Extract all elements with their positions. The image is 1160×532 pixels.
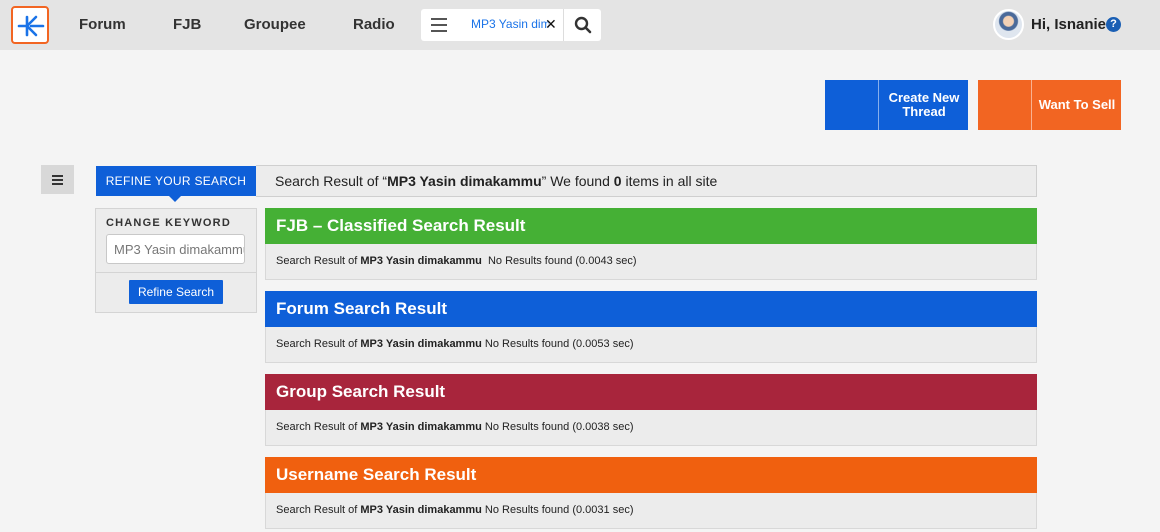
summary-middle: ” We found xyxy=(541,173,614,189)
result-prefix: Search Result of xyxy=(276,421,361,433)
group-result-section: Group Search Result Search Result of MP3… xyxy=(265,374,1037,446)
help-icon[interactable]: ? xyxy=(1106,17,1121,32)
result-prefix: Search Result of xyxy=(276,255,361,267)
hamburger-icon[interactable] xyxy=(431,18,447,32)
result-body: Search Result of MP3 Yasin dimakammu No … xyxy=(265,327,1037,363)
result-status: No Results found (0.0043 sec) xyxy=(481,255,637,267)
nav-fjb-link[interactable]: FJB xyxy=(173,16,201,33)
kaskus-logo-icon[interactable] xyxy=(11,6,49,44)
result-keyword: MP3 Yasin dimakammu xyxy=(360,338,482,350)
result-title[interactable]: FJB – Classified Search Result xyxy=(265,208,1037,244)
result-prefix: Search Result of xyxy=(276,504,361,516)
result-keyword: MP3 Yasin dimakammu xyxy=(360,255,482,267)
fjb-result-section: FJB – Classified Search Result Search Re… xyxy=(265,208,1037,280)
result-keyword: MP3 Yasin dimakammu xyxy=(360,421,482,433)
result-body: Search Result of MP3 Yasin dimakammu No … xyxy=(265,493,1037,529)
want-to-sell-button[interactable]: Want To Sell xyxy=(978,80,1121,130)
result-title[interactable]: Username Search Result xyxy=(265,457,1037,493)
result-keyword: MP3 Yasin dimakammu xyxy=(360,504,482,516)
user-greeting[interactable]: Hi, Isnanie xyxy=(1031,16,1106,33)
sidebar-toggle-button[interactable] xyxy=(41,165,74,194)
result-status: No Results found (0.0053 sec) xyxy=(481,338,634,350)
search-button[interactable] xyxy=(563,9,601,41)
want-to-sell-label: Want To Sell xyxy=(1038,97,1116,112)
result-body: Search Result of MP3 Yasin dimakammu No … xyxy=(265,410,1037,446)
create-thread-label: Create New Thread xyxy=(888,90,960,119)
refine-search-button[interactable]: Refine Search xyxy=(129,280,223,304)
search-icon xyxy=(574,16,592,34)
refine-panel: CHANGE KEYWORD Refine Search xyxy=(95,208,257,313)
global-search-box: MP3 Yasin dimakammu ✕ xyxy=(421,9,601,41)
close-icon[interactable]: ✕ xyxy=(545,16,557,33)
create-thread-button[interactable]: Create New Thread xyxy=(825,80,968,130)
result-body: Search Result of MP3 Yasin dimakammu No … xyxy=(265,244,1037,280)
result-title[interactable]: Group Search Result xyxy=(265,374,1037,410)
nav-groupee-link[interactable]: Groupee xyxy=(244,16,306,33)
want-to-sell-icon-cell xyxy=(978,80,1032,130)
result-title[interactable]: Forum Search Result xyxy=(265,291,1037,327)
keyword-input[interactable] xyxy=(106,234,245,264)
summary-keyword: MP3 Yasin dimakammu xyxy=(387,173,542,189)
summary-count: 0 xyxy=(613,173,622,189)
nav-radio-link[interactable]: Radio xyxy=(353,16,395,33)
summary-prefix: Search Result of “ xyxy=(275,173,388,189)
panel-divider xyxy=(96,272,256,273)
nav-forum-link[interactable]: Forum xyxy=(79,16,126,33)
result-status: No Results found (0.0031 sec) xyxy=(481,504,634,516)
create-thread-icon-cell xyxy=(825,80,879,130)
username-result-section: Username Search Result Search Result of … xyxy=(265,457,1037,529)
forum-result-section: Forum Search Result Search Result of MP3… xyxy=(265,291,1037,363)
result-status: No Results found (0.0038 sec) xyxy=(481,421,634,433)
search-input[interactable]: MP3 Yasin dimakammu xyxy=(471,17,549,31)
refine-search-tab[interactable]: REFINE YOUR SEARCH xyxy=(96,166,256,202)
summary-suffix: items in all site xyxy=(621,173,718,189)
top-navbar: Forum FJB Groupee Radio MP3 Yasin dimaka… xyxy=(0,0,1160,50)
result-prefix: Search Result of xyxy=(276,338,361,350)
change-keyword-label: CHANGE KEYWORD xyxy=(106,217,231,229)
search-summary: Search Result of “MP3 Yasin dimakammu” W… xyxy=(256,165,1037,197)
user-avatar[interactable] xyxy=(993,9,1024,40)
